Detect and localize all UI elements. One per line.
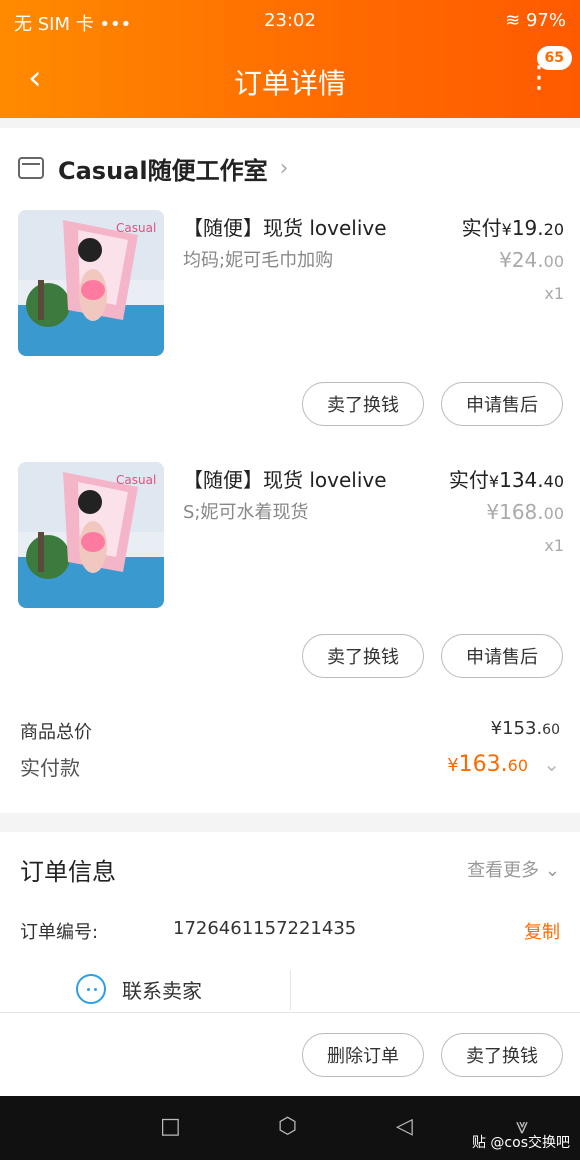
watermark: 贴 @cos交换吧 [471, 1135, 570, 1151]
sell-button[interactable]: 卖了换钱 [302, 382, 424, 426]
total-value: ¥153.60 [490, 718, 560, 739]
home-icon[interactable]: ⬡ [278, 1114, 297, 1139]
divider [290, 970, 291, 1010]
paid-value: ¥163.60 [447, 752, 528, 777]
product-image[interactable]: Casual [18, 210, 164, 356]
product-spec: S;妮可水着现货 [183, 502, 309, 523]
original-price: ¥24.00 [499, 248, 564, 272]
chat-icon [76, 974, 106, 1004]
svg-text:Casual: Casual [116, 473, 156, 487]
message-badge: 65 [536, 46, 572, 70]
order-item: Casual 【随便】现货 lovelive 均码;妮可毛巾加购 实付¥19.2… [0, 210, 580, 450]
clock: 23:02 [264, 10, 316, 31]
paid-price: 实付¥19.20 [461, 216, 564, 240]
contact-seller-button[interactable]: 联系卖家 [76, 974, 202, 1004]
copy-button[interactable]: 复制 [524, 918, 560, 944]
paid-price: 实付¥134.40 [448, 468, 564, 492]
product-title[interactable]: 【随便】现货 lovelive [183, 464, 387, 493]
svg-text:Casual: Casual [116, 221, 156, 235]
quantity: x1 [544, 284, 564, 303]
chevron-right-icon: › [279, 155, 289, 181]
order-number-label: 订单编号: [20, 922, 99, 943]
order-item: Casual 【随便】现货 lovelive S;妮可水着现货 实付¥134.4… [0, 462, 580, 702]
product-image[interactable]: Casual [18, 462, 164, 608]
order-card: Casual随便工作室 › Casual 【随便】现货 lovelive 均码;… [0, 128, 580, 813]
system-nav-bar: □ ⬡ ◁ ⩔ 贴 @cos交换吧 [0, 1096, 580, 1160]
product-spec: 均码;妮可毛巾加购 [183, 250, 334, 271]
nav-bar: ‹ 订单详情 ⋮ 65 [0, 40, 580, 118]
original-price: ¥168.00 [486, 500, 564, 524]
after-sale-button[interactable]: 申请售后 [441, 382, 563, 426]
shop-header[interactable]: Casual随便工作室 › [18, 150, 288, 186]
header: 无 SIM 卡 ••• 23:02 ≋ 97% ‹ 订单详情 ⋮ 65 [0, 0, 580, 118]
order-number: 1726461157221435 [173, 918, 357, 939]
after-sale-button[interactable]: 申请售后 [441, 634, 563, 678]
sell-button[interactable]: 卖了换钱 [302, 634, 424, 678]
order-info-section: 订单信息 查看更多 ⌄ 订单编号: 1726461157221435 复制 联系… [0, 832, 580, 1012]
chevron-down-icon: ⌄ [544, 860, 560, 881]
shop-name: Casual随便工作室 [58, 156, 268, 185]
page-title: 订单详情 [233, 67, 346, 100]
back-nav-icon[interactable]: ◁ [396, 1114, 413, 1139]
quantity: x1 [544, 536, 564, 555]
battery-text: ≋ 97% [505, 10, 566, 31]
product-title[interactable]: 【随便】现货 lovelive [183, 212, 387, 241]
order-info-title: 订单信息 [20, 858, 116, 886]
chevron-down-icon[interactable]: ⌄ [543, 752, 560, 776]
delete-order-button[interactable]: 删除订单 [302, 1033, 424, 1077]
paid-label: 实付款 [20, 756, 80, 780]
store-icon [18, 157, 44, 179]
status-bar: 无 SIM 卡 ••• 23:02 ≋ 97% [0, 0, 580, 40]
sell-button[interactable]: 卖了换钱 [441, 1033, 563, 1077]
contact-label: 联系卖家 [122, 978, 202, 1003]
wifi-icon: ≋ [505, 10, 521, 31]
recent-apps-icon[interactable]: □ [160, 1114, 181, 1139]
see-more-link[interactable]: 查看更多 ⌄ [467, 856, 560, 882]
action-bar: 删除订单 卖了换钱 [0, 1012, 580, 1096]
total-label: 商品总价 [20, 722, 92, 743]
